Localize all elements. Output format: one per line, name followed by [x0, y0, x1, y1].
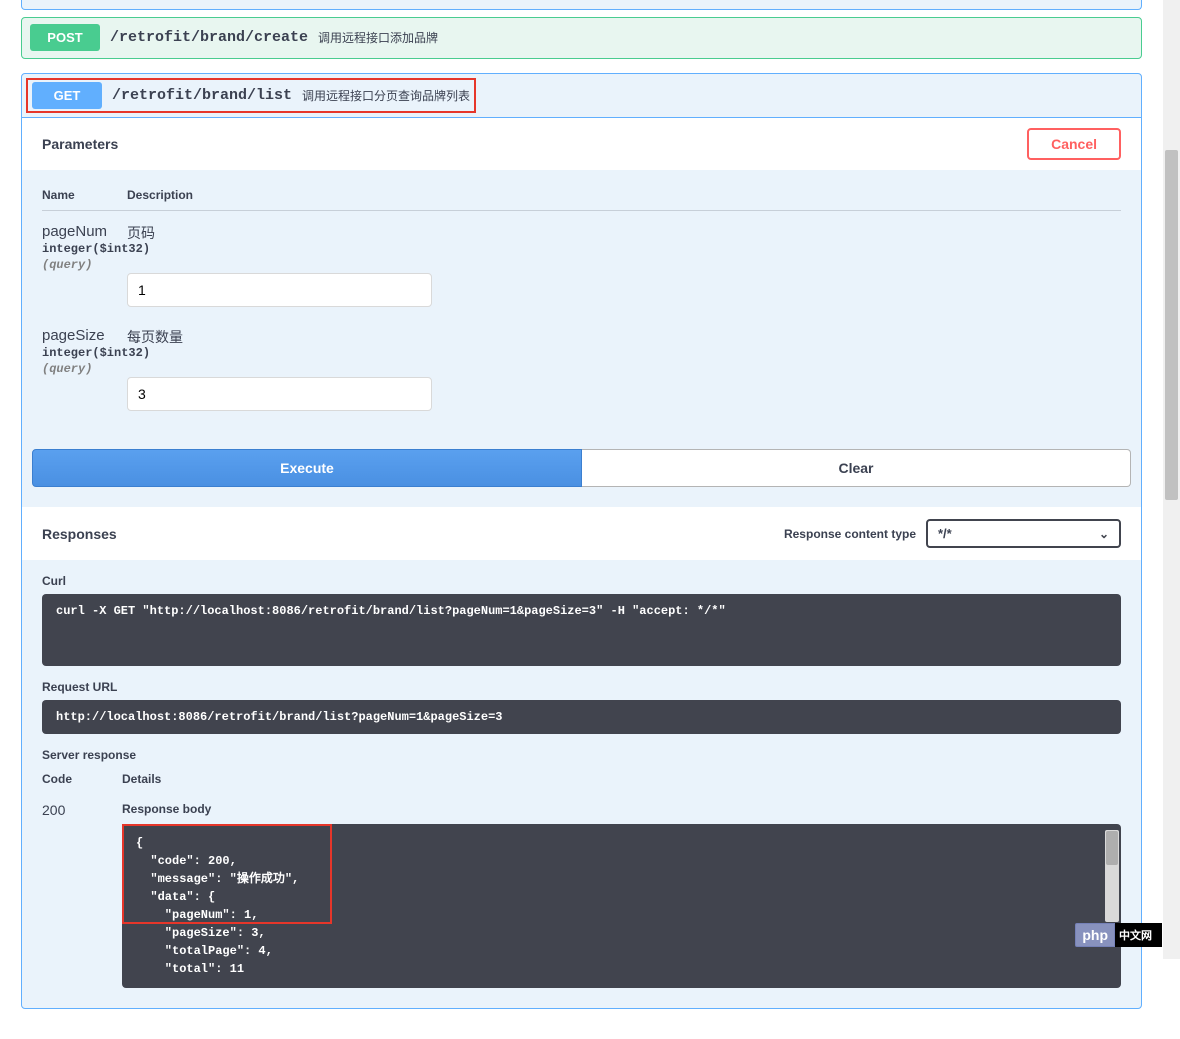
scrollbar-thumb[interactable] — [1165, 150, 1178, 500]
responses-body: Curl curl -X GET "http://localhost:8086/… — [22, 574, 1141, 1008]
opblock-summary[interactable]: POST /retrofit/brand/create 调用远程接口添加品牌 — [22, 18, 1141, 58]
method-badge-post: POST — [30, 24, 100, 51]
content-type-select[interactable]: */* ⌄ — [926, 519, 1121, 548]
endpoint-desc: 调用远程接口分页查询品牌列表 — [302, 87, 470, 104]
endpoint-path: /retrofit/brand/create — [110, 29, 308, 46]
endpoint-path: /retrofit/brand/list — [112, 87, 292, 104]
param-type: integer($int32) — [42, 242, 127, 256]
col-header-description: Description — [127, 188, 1121, 202]
param-input-pagesize[interactable] — [127, 377, 432, 411]
scrollbar[interactable] — [1105, 830, 1119, 922]
param-desc: 每页数量 — [127, 327, 1121, 347]
curl-label: Curl — [42, 574, 1121, 588]
server-data-row: 200 Response body { "code": 200, "messag… — [42, 802, 1121, 988]
scrollbar-thumb[interactable] — [1106, 831, 1118, 865]
watermark-left: php — [1075, 923, 1115, 947]
col-header-name: Name — [42, 188, 127, 202]
execute-row: Execute Clear — [22, 449, 1141, 507]
content-type-label: Response content type — [784, 527, 916, 541]
clear-button[interactable]: Clear — [582, 449, 1131, 487]
request-url-label: Request URL — [42, 680, 1121, 694]
page-scrollbar[interactable] — [1163, 0, 1180, 959]
execute-button[interactable]: Execute — [32, 449, 582, 487]
prev-opblock-fragment — [21, 0, 1142, 10]
watermark-right: 中文网 — [1115, 923, 1162, 947]
param-desc: 页码 — [127, 223, 1121, 243]
server-response-label: Server response — [42, 748, 1121, 762]
response-body-label: Response body — [122, 802, 1121, 816]
method-badge-get: GET — [32, 82, 102, 109]
param-in: (query) — [42, 362, 127, 376]
opblock-get: GET /retrofit/brand/list 调用远程接口分页查询品牌列表 … — [21, 73, 1142, 1009]
opblock-summary[interactable]: GET /retrofit/brand/list 调用远程接口分页查询品牌列表 — [22, 74, 1141, 118]
parameters-table: Name Description pageNum integer($int32)… — [22, 170, 1141, 449]
param-in: (query) — [42, 258, 127, 272]
param-type: integer($int32) — [42, 346, 127, 360]
param-row: pageSize integer($int32) (query) 每页数量 — [42, 315, 1121, 419]
server-table-head: Code Details — [42, 772, 1121, 786]
request-url-output: http://localhost:8086/retrofit/brand/lis… — [42, 700, 1121, 734]
content-type-value: */* — [938, 526, 952, 541]
responses-header: Responses Response content type */* ⌄ — [22, 507, 1141, 560]
param-name: pageSize — [42, 327, 127, 344]
response-body-json: { "code": 200, "message": "操作成功", "data"… — [122, 824, 1121, 988]
responses-title: Responses — [42, 526, 117, 542]
curl-output: curl -X GET "http://localhost:8086/retro… — [42, 594, 1121, 666]
endpoint-desc: 调用远程接口添加品牌 — [318, 29, 438, 46]
chevron-down-icon: ⌄ — [1099, 527, 1109, 541]
param-row: pageNum integer($int32) (query) 页码 — [42, 211, 1121, 315]
parameters-header: Parameters Cancel — [22, 118, 1141, 170]
cancel-button[interactable]: Cancel — [1027, 128, 1121, 160]
highlight-box: GET /retrofit/brand/list 调用远程接口分页查询品牌列表 — [26, 78, 476, 113]
param-table-head: Name Description — [42, 180, 1121, 211]
param-input-pagenum[interactable] — [127, 273, 432, 307]
col-header-code: Code — [42, 772, 122, 786]
parameters-title: Parameters — [42, 136, 118, 152]
content-type-wrap: Response content type */* ⌄ — [784, 519, 1121, 548]
watermark: php 中文网 — [1075, 923, 1162, 947]
col-header-details: Details — [122, 772, 1121, 786]
opblock-post[interactable]: POST /retrofit/brand/create 调用远程接口添加品牌 — [21, 17, 1142, 59]
response-code: 200 — [42, 802, 122, 818]
param-name: pageNum — [42, 223, 127, 240]
